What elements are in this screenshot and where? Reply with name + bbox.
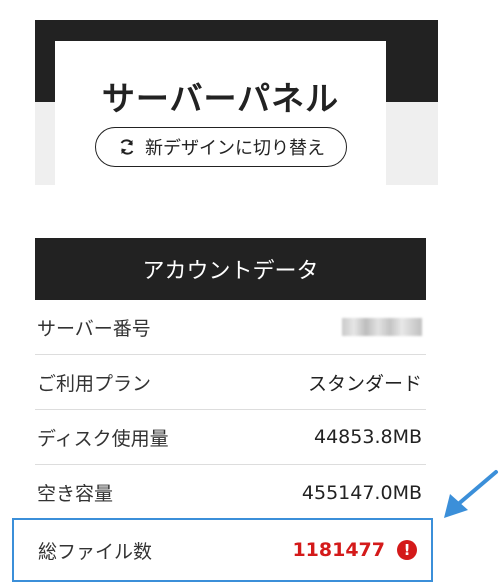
row-free-space: 空き容量 455147.0MB bbox=[35, 465, 426, 520]
plan-label: ご利用プラン bbox=[37, 372, 152, 395]
page: サーバーパネル 新デザインに切り替え アカウントデータ サーバー番号 ご利用プラ… bbox=[0, 0, 500, 586]
pointer-arrow-icon bbox=[444, 470, 498, 518]
switch-design-label: 新デザインに切り替え bbox=[145, 138, 325, 159]
plan-value: スタンダード bbox=[307, 372, 422, 395]
row-total-files: 総ファイル数 1181477 ! bbox=[12, 518, 433, 582]
server-number-label: サーバー番号 bbox=[37, 317, 151, 340]
server-panel-card: サーバーパネル 新デザインに切り替え bbox=[55, 41, 386, 186]
switch-design-button[interactable]: 新デザインに切り替え bbox=[95, 127, 347, 167]
account-data-list: サーバー番号 ご利用プラン スタンダード ディスク使用量 44853.8MB 空… bbox=[12, 300, 433, 582]
free-space-value: 455147.0MB bbox=[301, 481, 422, 504]
row-disk-usage: ディスク使用量 44853.8MB bbox=[35, 410, 426, 465]
server-panel-header: サーバーパネル 新デザインに切り替え bbox=[35, 20, 438, 186]
total-files-value: 1181477 bbox=[292, 539, 385, 561]
free-space-label: 空き容量 bbox=[37, 483, 114, 505]
total-files-label: 総ファイル数 bbox=[38, 540, 153, 563]
total-files-value-group: 1181477 ! bbox=[292, 539, 421, 561]
server-panel-title: サーバーパネル bbox=[101, 79, 340, 118]
account-data-heading: アカウントデータ bbox=[35, 238, 426, 300]
row-plan: ご利用プラン スタンダード bbox=[35, 355, 426, 410]
server-number-value-redacted bbox=[342, 318, 422, 336]
row-server-number: サーバー番号 bbox=[35, 300, 426, 355]
disk-usage-label: ディスク使用量 bbox=[37, 427, 169, 450]
disk-usage-value: 44853.8MB bbox=[314, 426, 422, 448]
exclamation-icon[interactable]: ! bbox=[397, 540, 417, 560]
refresh-icon bbox=[117, 137, 137, 157]
